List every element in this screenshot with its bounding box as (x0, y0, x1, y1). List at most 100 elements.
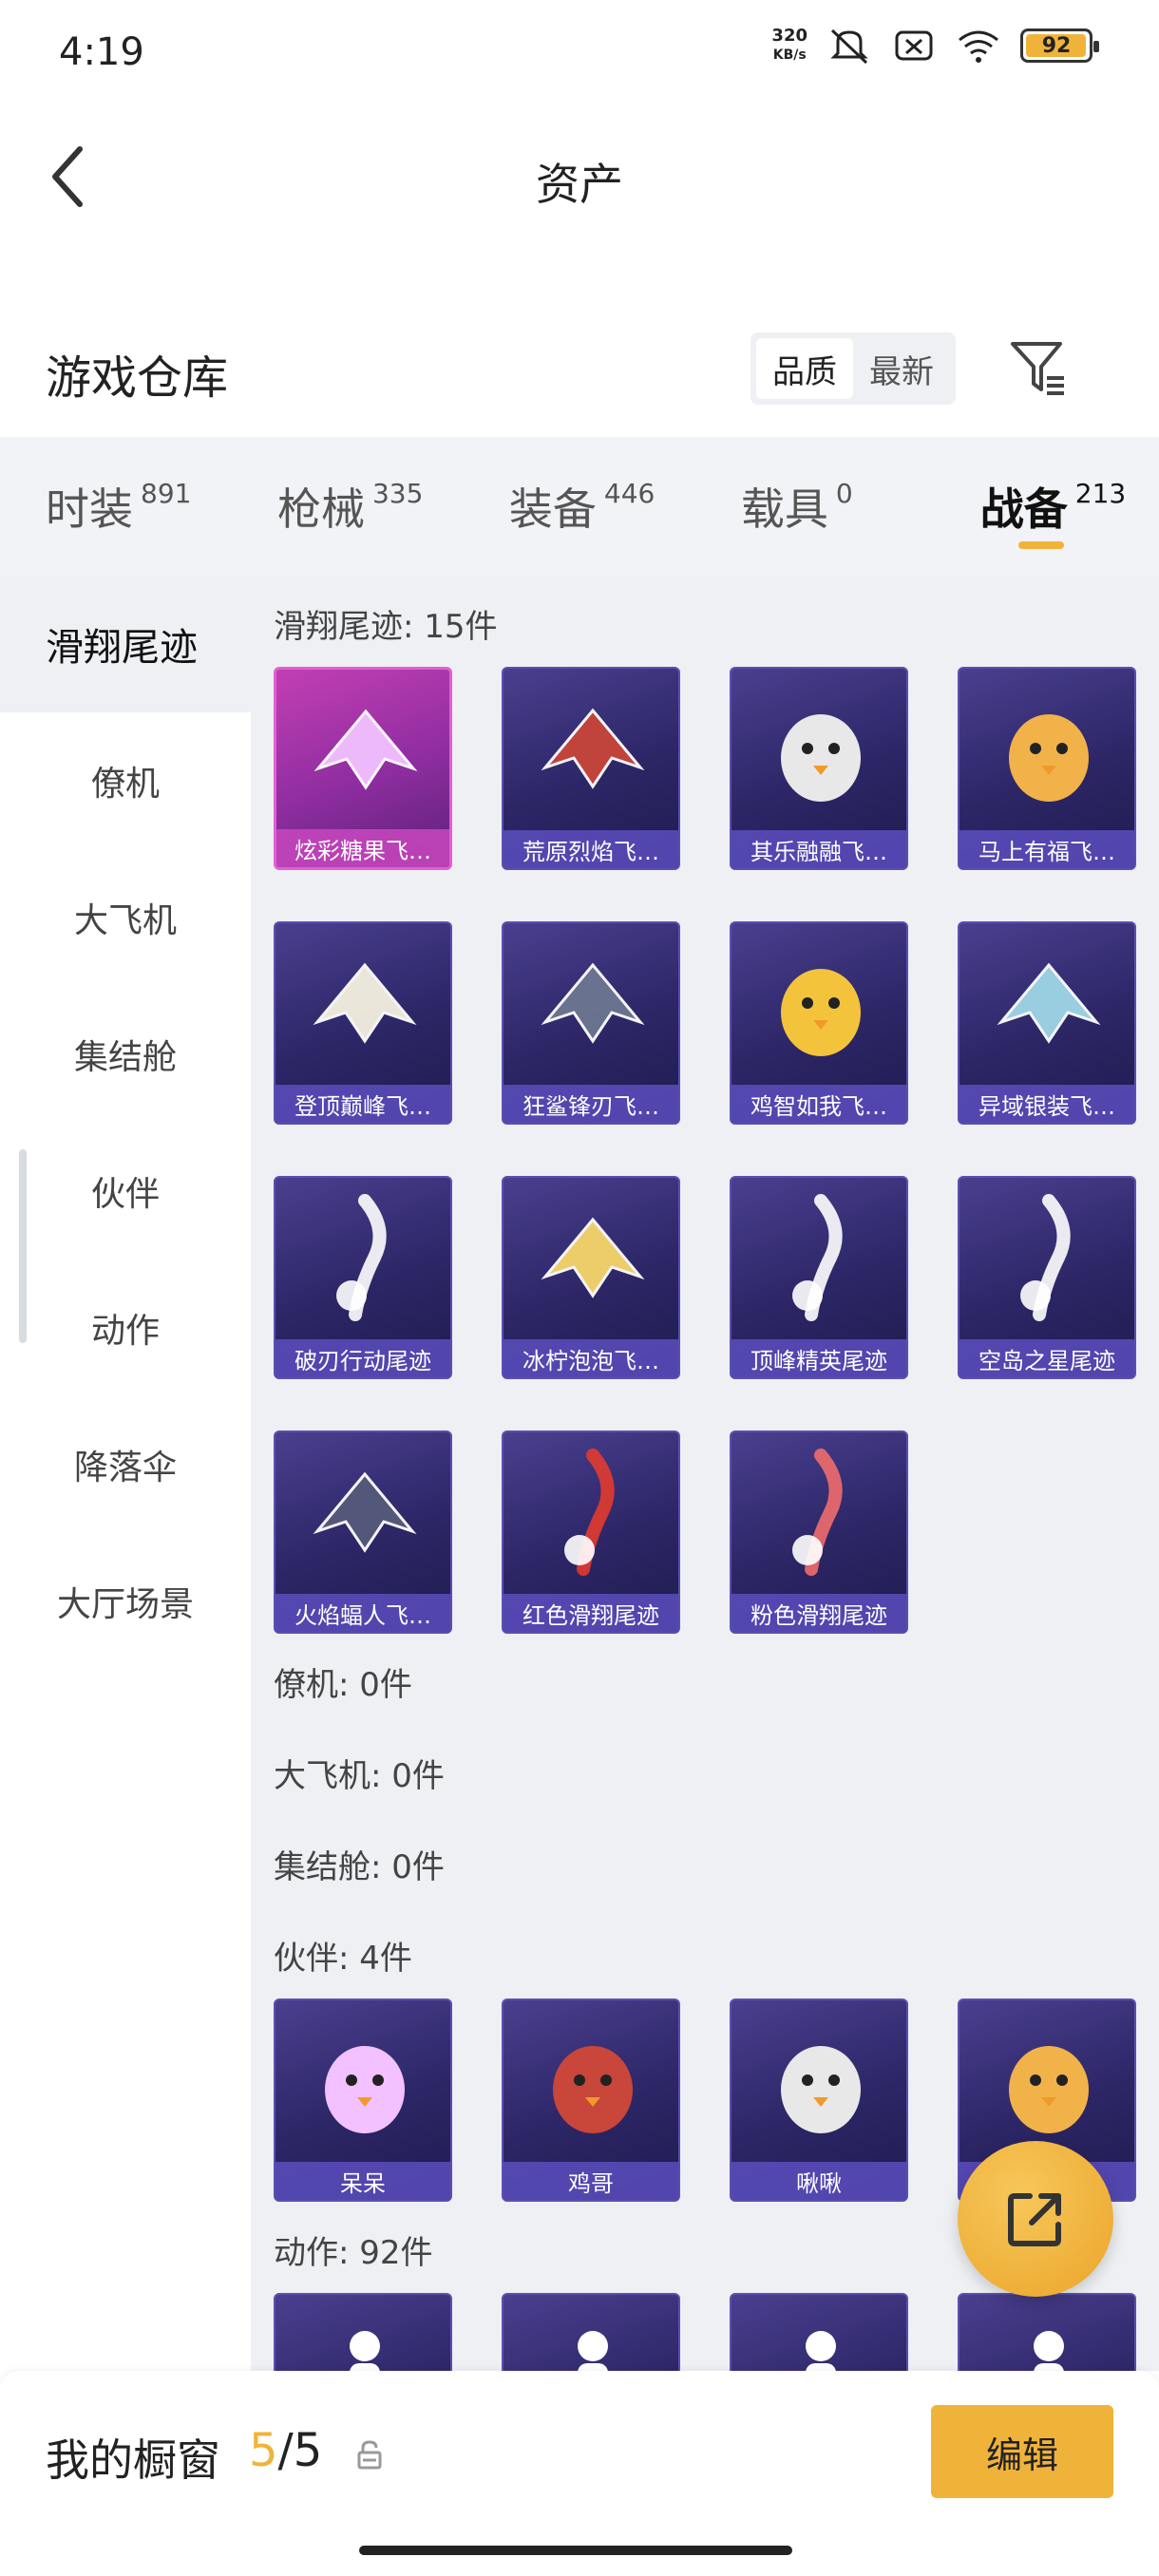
showcase-label: 我的橱窗 (46, 2434, 220, 2486)
glide-item-card[interactable]: 登顶巅峰飞… (274, 921, 452, 1125)
lock-icon (357, 2440, 382, 2470)
filter-button[interactable] (1007, 336, 1070, 399)
tab-count: 0 (835, 477, 853, 509)
glide-item-card[interactable]: 红色滑翔尾迹 (502, 1430, 680, 1634)
companion-item-card[interactable]: 呆呆 (274, 1998, 452, 2202)
glide-item-image (1020, 1194, 1071, 1321)
sidebar-item-glide-trail[interactable]: 滑翔尾迹 (0, 576, 251, 712)
tab-fashion[interactable]: 时装 891 (0, 437, 232, 576)
glide-item-image (314, 709, 418, 790)
sim-off-icon (895, 30, 933, 61)
status-time: 4:19 (59, 30, 144, 74)
tab-count: 213 (1074, 477, 1127, 509)
sort-toggle: 品质 最新 (750, 332, 956, 405)
tab-count: 891 (141, 477, 192, 509)
battery-level: 92 (1041, 33, 1072, 58)
status-bar: 4:19 320 KB/s 92 (0, 0, 1159, 104)
glide-item-label: 鸡智如我飞… (732, 1085, 906, 1123)
tab-label: 装备 (508, 483, 597, 535)
glide-item-card[interactable]: 荒原烈焰飞… (502, 667, 680, 870)
showcase-count-total: 5 (293, 2424, 323, 2477)
emote-item-card[interactable] (958, 2293, 1136, 2371)
glide-item-image (1009, 714, 1089, 802)
emote-item-card[interactable] (730, 2293, 908, 2371)
active-tab-indicator (1018, 541, 1064, 549)
sidebar-item-lobby-scene[interactable]: 大厅场景 (0, 1533, 251, 1670)
status-icons: 320 KB/s 92 (771, 25, 1099, 66)
glide-item-image (781, 969, 861, 1056)
network-speed: 320 KB/s (771, 27, 808, 65)
section-title-plane: 大飞机: 0件 (274, 1757, 445, 1795)
emote-item-card[interactable] (502, 2293, 680, 2371)
glide-item-label: 登顶巅峰飞… (276, 1085, 450, 1123)
tab-vehicles[interactable]: 载具 0 (695, 437, 927, 576)
glide-item-card[interactable]: 狂鲨锋刃飞… (502, 921, 680, 1125)
glide-item-image (313, 962, 417, 1044)
section-title-glide: 滑翔尾迹: 15件 (274, 608, 498, 646)
section-title-pod: 集结舱: 0件 (274, 1848, 445, 1886)
glide-item-label: 冰柠泡泡飞… (504, 1339, 678, 1377)
wifi-icon (959, 30, 998, 63)
companion-item-image (553, 2046, 633, 2133)
tab-firearms[interactable]: 枪械 335 (232, 437, 464, 576)
emote-item-card[interactable] (274, 2293, 452, 2371)
filter-icon (1011, 342, 1064, 395)
companion-item-image (1009, 2046, 1089, 2133)
glide-item-card[interactable]: 异域银装飞… (958, 921, 1136, 1125)
glide-item-card[interactable]: 破刃行动尾迹 (274, 1176, 452, 1379)
glide-item-card[interactable]: 空岛之星尾迹 (958, 1176, 1136, 1379)
tab-label: 战备 (979, 483, 1068, 535)
glide-item-card[interactable]: 火焰蝠人飞… (274, 1430, 452, 1634)
section-title-emote: 动作: 92件 (274, 2234, 433, 2272)
showcase-count: 5/5 (249, 2424, 322, 2477)
tab-combat-gear[interactable]: 战备 213 (927, 437, 1159, 576)
glide-item-label: 粉色滑翔尾迹 (732, 1594, 906, 1632)
sidebar-item-companion[interactable]: 伙伴 (0, 1123, 251, 1260)
section-title-wingman: 僚机: 0件 (274, 1666, 412, 1704)
sort-option-newest[interactable]: 最新 (853, 338, 950, 399)
home-indicator[interactable] (359, 2546, 792, 2555)
sidebar-item-wingman[interactable]: 僚机 (0, 712, 251, 849)
sidebar-scrollbar[interactable] (19, 1149, 27, 1343)
glide-item-label: 荒原烈焰飞… (504, 830, 678, 868)
sidebar-item-parachute[interactable]: 降落伞 (0, 1396, 251, 1533)
glide-item-card[interactable]: 马上有福飞… (958, 667, 1136, 870)
glide-item-card[interactable]: 冰柠泡泡飞… (502, 1176, 680, 1379)
companion-item-card[interactable]: 鸡哥 (502, 1998, 680, 2202)
page-header: 资产 (0, 104, 1159, 247)
sidebar-item-emote[interactable]: 动作 (0, 1260, 251, 1396)
glide-item-image (781, 714, 861, 802)
companion-item-card[interactable]: 啾啾 (730, 1998, 908, 2202)
glide-item-label: 炫彩糖果飞… (276, 829, 449, 867)
tab-label: 时装 (46, 483, 133, 535)
glide-item-image (541, 708, 645, 789)
sidebar-item-big-plane[interactable]: 大飞机 (0, 849, 251, 986)
tab-label: 枪械 (276, 483, 365, 535)
companion-item-label: 呆呆 (276, 2162, 450, 2200)
emote-item-image (806, 2331, 836, 2371)
network-speed-value: 320 (771, 26, 808, 46)
glide-item-card[interactable]: 鸡智如我飞… (730, 921, 908, 1125)
edit-button[interactable]: 编辑 (931, 2405, 1113, 2498)
showcase-count-separator: / (277, 2424, 294, 2477)
glide-item-card[interactable]: 炫彩糖果飞… (274, 667, 452, 870)
mute-icon (830, 28, 868, 65)
warehouse-row: 游戏仓库 品质 最新 (0, 313, 1159, 427)
glide-item-image (792, 1449, 843, 1576)
glide-item-card[interactable]: 粉色滑翔尾迹 (730, 1430, 908, 1634)
glide-item-label: 红色滑翔尾迹 (504, 1594, 678, 1632)
sort-option-quality[interactable]: 品质 (756, 338, 853, 399)
glide-item-label: 火焰蝠人飞… (276, 1594, 450, 1632)
tab-equipment[interactable]: 装备 446 (464, 437, 695, 576)
glide-item-card[interactable]: 其乐融融飞… (730, 667, 908, 870)
glide-item-label: 其乐融融飞… (732, 830, 906, 868)
category-tabs: 时装 891 枪械 335 装备 446 载具 0 战备 213 (0, 437, 1159, 576)
tab-label: 载具 (740, 483, 828, 535)
glide-item-card[interactable]: 顶峰精英尾迹 (730, 1176, 908, 1379)
share-button[interactable] (958, 2141, 1113, 2297)
glide-item-label: 顶峰精英尾迹 (732, 1339, 906, 1377)
glide-item-label: 狂鲨锋刃飞… (504, 1085, 678, 1123)
glide-item-image (541, 962, 645, 1044)
sidebar-item-assembly-pod[interactable]: 集结舱 (0, 986, 251, 1123)
companion-item-label: 鸡哥 (504, 2162, 678, 2200)
